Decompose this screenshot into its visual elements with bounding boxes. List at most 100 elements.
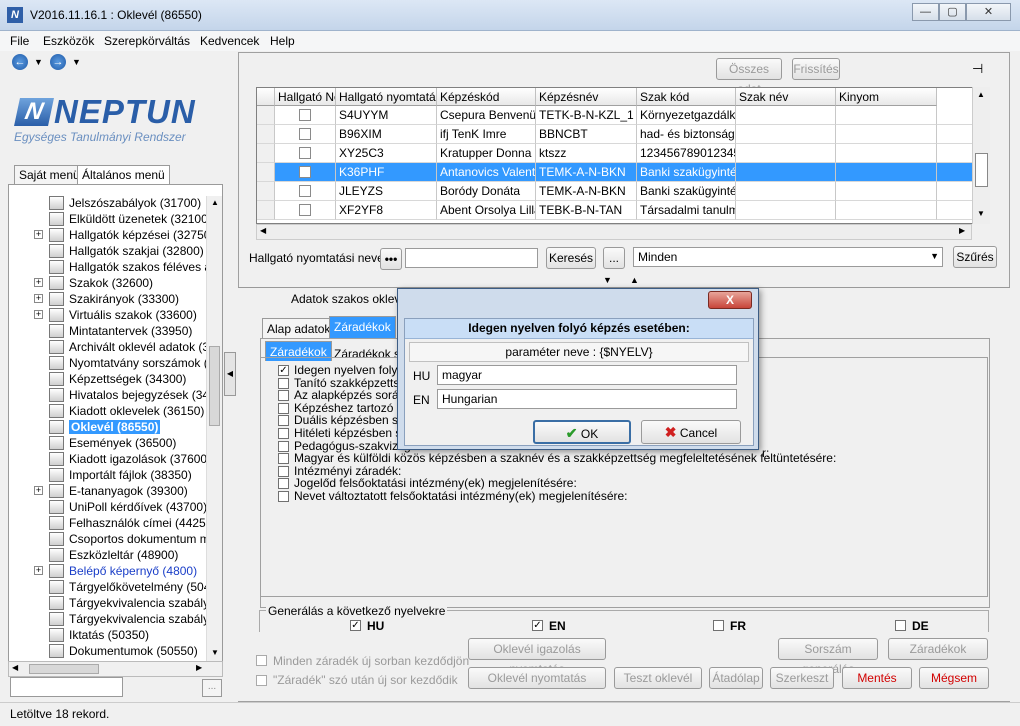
- szures-button[interactable]: Szűrés: [953, 246, 997, 268]
- tree-item[interactable]: Oklevél (86550): [9, 419, 209, 435]
- table-cell[interactable]: [836, 125, 937, 144]
- tree-item[interactable]: Tárgyelőkövetelmény (50450): [9, 579, 222, 595]
- tree-item[interactable]: + E-tananyagok (39300): [9, 483, 209, 499]
- expand-icon[interactable]: +: [34, 486, 43, 495]
- search-options-button[interactable]: •••: [380, 248, 402, 270]
- zaradek-checkbox[interactable]: [278, 453, 289, 465]
- tree-item[interactable]: UniPoll kérdőívek (43700): [9, 499, 209, 515]
- scroll-up-icon[interactable]: ▲: [211, 198, 219, 207]
- tree-horizontal-scrollbar[interactable]: ◀ ▶: [8, 661, 223, 677]
- zaradek-checkbox[interactable]: [278, 491, 289, 502]
- table-cell[interactable]: ktszz: [536, 144, 637, 163]
- grid-scroll-up-icon[interactable]: ▲: [977, 90, 985, 99]
- table-cell[interactable]: had- és biztonságtec: [637, 125, 736, 144]
- zaradek-checkbox[interactable]: [278, 377, 289, 389]
- table-cell[interactable]: JLEYZS: [336, 182, 437, 201]
- dialog-close-icon[interactable]: X: [708, 291, 752, 309]
- expand-icon[interactable]: +: [34, 278, 43, 287]
- back-dropdown-icon[interactable]: ▼: [34, 57, 43, 67]
- collapse-panel-icon[interactable]: ◀: [224, 352, 236, 396]
- tab-alap-adatok[interactable]: Alap adatok: [262, 318, 336, 338]
- table-cell[interactable]: [736, 201, 836, 220]
- row-checkbox-cell[interactable]: [275, 144, 336, 163]
- tree-item[interactable]: Archivált oklevél adatok (3590: [9, 339, 222, 355]
- table-cell[interactable]: Kratupper Donna: [437, 144, 536, 163]
- table-cell[interactable]: Banki szakügyintéző: [637, 163, 736, 182]
- grid-header[interactable]: Kinyom: [836, 88, 937, 106]
- table-cell[interactable]: K36PHF: [336, 163, 437, 182]
- menu-help[interactable]: Help: [270, 34, 295, 48]
- lang-checkbox[interactable]: [713, 620, 724, 631]
- table-cell[interactable]: [736, 144, 836, 163]
- grid-header[interactable]: Hallgató nyomtatá...: [336, 88, 437, 106]
- table-cell[interactable]: Boródy Donáta: [437, 182, 536, 201]
- row-checkbox[interactable]: [299, 147, 311, 159]
- table-cell[interactable]: ifj TenK Imre: [437, 125, 536, 144]
- sorszam-generalas-button[interactable]: Sorszám generálás: [778, 638, 878, 676]
- tree-item[interactable]: Csoportos dokumentum megte: [9, 531, 222, 547]
- grid-header[interactable]: [257, 88, 275, 106]
- row-header[interactable]: [257, 182, 275, 201]
- table-cell[interactable]: BBNCBT: [536, 125, 637, 144]
- tree-item[interactable]: Képzettségek (34300): [9, 371, 209, 387]
- expand-icon[interactable]: +: [34, 294, 43, 303]
- grid-scroll-thumb[interactable]: [975, 153, 988, 187]
- grid-scroll-right-icon[interactable]: ▶: [959, 226, 965, 235]
- table-cell[interactable]: Társadalmi tanulmár: [637, 201, 736, 220]
- tree-item[interactable]: + Hallgatók képzései (32750): [9, 227, 214, 243]
- lang-checkbox[interactable]: ✓: [532, 620, 543, 631]
- expand-icon[interactable]: +: [34, 566, 43, 575]
- row-header[interactable]: [257, 201, 275, 220]
- zaradek-checkbox[interactable]: [278, 402, 289, 414]
- table-cell[interactable]: TEMK-A-N-BKN: [536, 163, 637, 182]
- table-cell[interactable]: Csepura Benvenütó: [437, 106, 536, 125]
- grid-scroll-left-icon[interactable]: ◀: [260, 226, 266, 235]
- zaradek-checkbox[interactable]: ✓: [278, 365, 289, 376]
- expand-icon[interactable]: +: [34, 230, 43, 239]
- row-header[interactable]: [257, 106, 275, 125]
- expand-icon[interactable]: +: [34, 310, 43, 319]
- grid-header[interactable]: Képzéskód: [437, 88, 536, 106]
- oklevel-igazolas-button[interactable]: Oklevél igazolás nyomtatás: [468, 638, 606, 676]
- table-cell[interactable]: B96XIM: [336, 125, 437, 144]
- ok-button[interactable]: ✔ OK: [533, 420, 631, 444]
- chevron-down-icon[interactable]: ▼: [930, 251, 939, 261]
- table-cell[interactable]: XF2YF8: [336, 201, 437, 220]
- tree-item[interactable]: Felhasználók címei (44250): [9, 515, 216, 531]
- back-icon[interactable]: ←: [12, 54, 28, 70]
- megsem-button[interactable]: Mégsem: [919, 667, 989, 689]
- table-cell[interactable]: [836, 201, 937, 220]
- zaradek-checkbox[interactable]: [278, 478, 289, 490]
- grid-header[interactable]: Szak kód: [637, 88, 736, 106]
- oklevel-nyomtatas-button[interactable]: Oklevél nyomtatás: [468, 667, 606, 689]
- scroll-down-icon[interactable]: ▼: [211, 648, 219, 657]
- row-checkbox-cell[interactable]: [275, 201, 336, 220]
- tree-item[interactable]: Hallgatók szakjai (32800): [9, 243, 209, 259]
- table-cell[interactable]: [836, 163, 937, 182]
- table-cell[interactable]: Antanovics Valentina: [437, 163, 536, 182]
- table-cell[interactable]: 123456789012345€: [637, 144, 736, 163]
- tree-item[interactable]: Dokumentumok (50550): [9, 643, 209, 659]
- row-checkbox-cell[interactable]: [275, 125, 336, 144]
- scroll-right-icon[interactable]: ▶: [196, 663, 202, 672]
- row-header[interactable]: [257, 125, 275, 144]
- row-checkbox-cell[interactable]: [275, 106, 336, 125]
- field-hu-input[interactable]: magyar: [437, 365, 737, 385]
- grid-header[interactable]: Szak név: [736, 88, 836, 106]
- search-input[interactable]: [405, 248, 538, 268]
- table-cell[interactable]: [836, 106, 937, 125]
- tree-item[interactable]: Nyomtatvány sorszámok (359: [9, 355, 222, 371]
- table-cell[interactable]: Banki szakügyintéző: [637, 182, 736, 201]
- minimize-icon[interactable]: —: [912, 3, 939, 21]
- tree-item[interactable]: Elküldött üzenetek (32100): [9, 211, 212, 227]
- table-cell[interactable]: [836, 144, 937, 163]
- filter-select[interactable]: Minden ▼: [633, 247, 943, 267]
- table-cell[interactable]: TEMK-A-N-BKN: [536, 182, 637, 201]
- zaradek-checkbox[interactable]: [278, 440, 289, 452]
- menu-file[interactable]: File: [10, 34, 29, 48]
- close-icon[interactable]: ✕: [966, 3, 1011, 21]
- menu-search-dots-button[interactable]: ...: [202, 679, 222, 697]
- tree-item[interactable]: Kiadott oklevelek (36150): [9, 403, 209, 419]
- row-checkbox-cell[interactable]: [275, 182, 336, 201]
- row-checkbox[interactable]: [299, 109, 311, 121]
